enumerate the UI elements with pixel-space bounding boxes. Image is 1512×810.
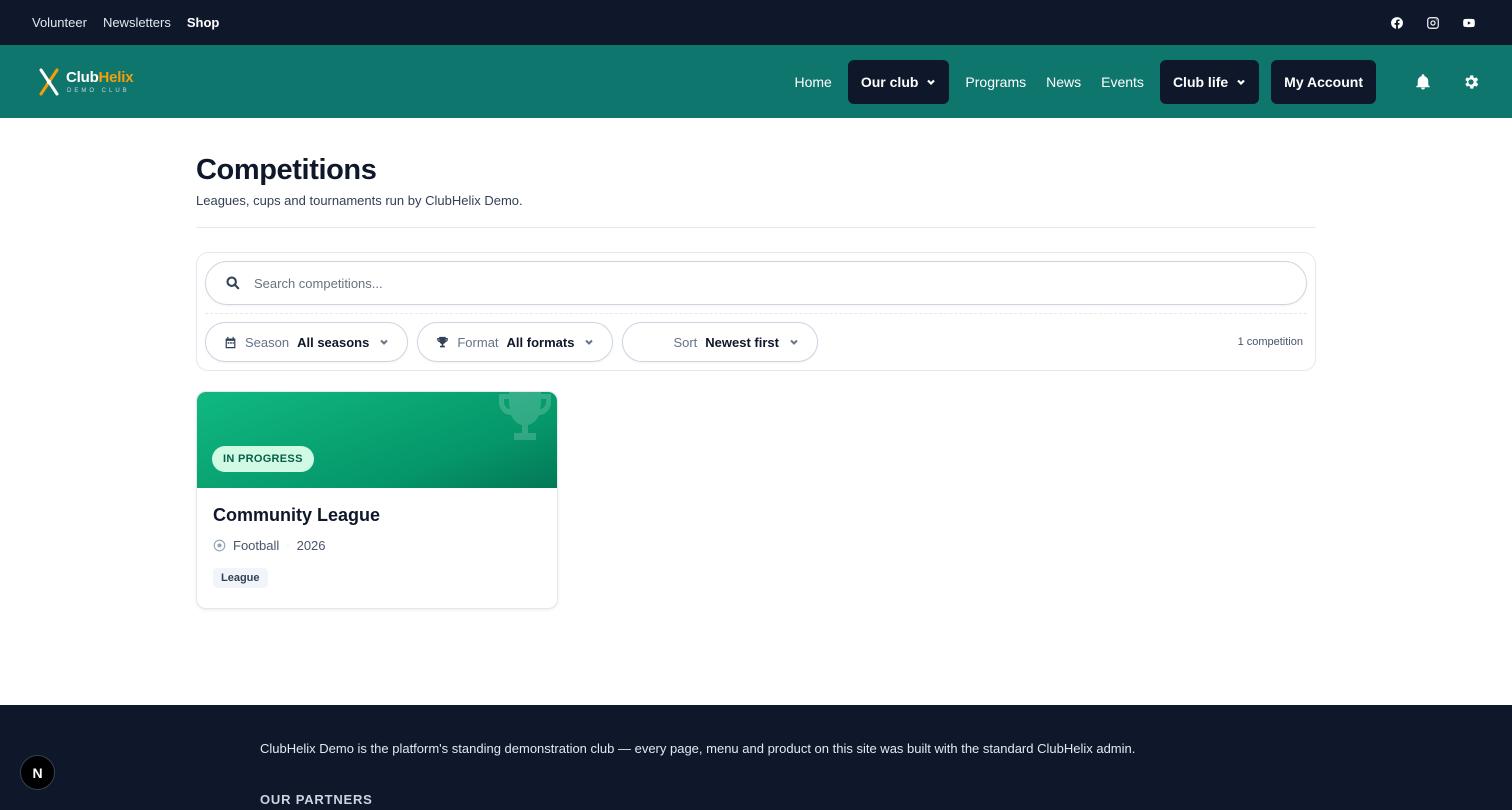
results-count: 1 competition [1237,336,1303,348]
footer-blurb: ClubHelix Demo is the platform's standin… [260,741,1136,756]
chevron-down-icon [790,339,798,345]
sort-filter[interactable]: Sort Newest first [622,322,818,362]
logo-name: ClubHelix [66,68,134,86]
my-account-button[interactable]: My Account [1271,59,1376,104]
page-title: Competitions [196,154,377,186]
chevron-down-icon [380,339,389,345]
main-nav: ClubHelix DEMO CLUB Home Our club Progra… [0,45,1512,118]
card-banner: IN PROGRESS [197,392,557,488]
filters-separator [205,313,1307,314]
football-icon [213,539,226,552]
logo-subtitle: DEMO CLUB [67,87,130,94]
page-subtitle: Leagues, cups and tournaments run by Clu… [196,193,523,208]
my-account-label: My Account [1284,73,1363,90]
season-filter[interactable]: Season All seasons [205,322,409,362]
volunteer-link[interactable]: Volunteer [32,15,87,30]
divider [196,227,1316,228]
gear-icon[interactable] [1462,73,1480,91]
nav-club-life[interactable]: Club life [1159,59,1260,104]
nav-home[interactable]: Home [791,74,836,90]
social-links [1390,16,1476,30]
filters-row: Season All seasons Format All formats So… [205,322,1307,362]
chevron-down-icon [585,339,594,345]
format-filter-label: Format [457,334,499,350]
nav-news[interactable]: News [1042,74,1085,90]
main-content: Competitions Leagues, cups and tournamen… [196,118,1316,609]
facebook-icon[interactable] [1390,16,1404,30]
nav-icons [1414,73,1480,91]
bell-icon[interactable] [1414,73,1432,91]
instagram-icon[interactable] [1426,16,1440,30]
dev-tools-button[interactable]: N [20,755,55,790]
youtube-icon[interactable] [1462,16,1476,30]
search-icon [226,276,240,290]
competition-sport: Football [233,538,280,553]
shop-link[interactable]: Shop [187,15,220,30]
nav-programs[interactable]: Programs [961,74,1030,90]
club-logo[interactable]: ClubHelix DEMO CLUB [38,68,134,96]
competition-card[interactable]: IN PROGRESS Community League Football · … [196,391,558,609]
sort-filter-value: Newest first [705,334,779,350]
chevron-down-icon [927,79,936,85]
status-badge: IN PROGRESS [212,446,314,472]
footer: ClubHelix Demo is the platform's standin… [0,705,1512,810]
search-input[interactable] [254,275,1286,291]
newsletters-link[interactable]: Newsletters [103,15,171,30]
competition-year: 2026 [296,538,326,553]
nav-our-club[interactable]: Our club [847,59,950,104]
helix-logo-icon [39,68,59,95]
nav-club-life-label: Club life [1172,73,1229,90]
meta-separator: · [286,540,290,551]
format-tag: League [213,568,268,588]
nav-events[interactable]: Events [1097,74,1148,90]
calendar-icon [225,336,236,348]
sort-filter-label: Sort [673,334,698,350]
format-filter-value: All formats [506,334,575,350]
season-filter-label: Season [245,334,290,350]
search-bar [205,261,1307,305]
competition-meta: Football · 2026 [213,538,541,553]
competition-title: Community League [213,505,381,525]
utility-links: Volunteer Newsletters Shop [32,15,219,30]
partners-heading: OUR PARTNERS [260,792,373,807]
format-filter[interactable]: Format All formats [417,322,614,362]
season-filter-value: All seasons [297,334,370,350]
trophy-icon [499,392,551,440]
utility-bar: Volunteer Newsletters Shop [0,0,1512,45]
nav-our-club-label: Our club [860,73,919,90]
trophy-icon [437,336,449,347]
nav-menu: Home Our club Programs News Events Club … [791,59,1376,104]
filter-panel: Season All seasons Format All formats So… [196,252,1316,371]
chevron-down-icon [1237,79,1245,85]
